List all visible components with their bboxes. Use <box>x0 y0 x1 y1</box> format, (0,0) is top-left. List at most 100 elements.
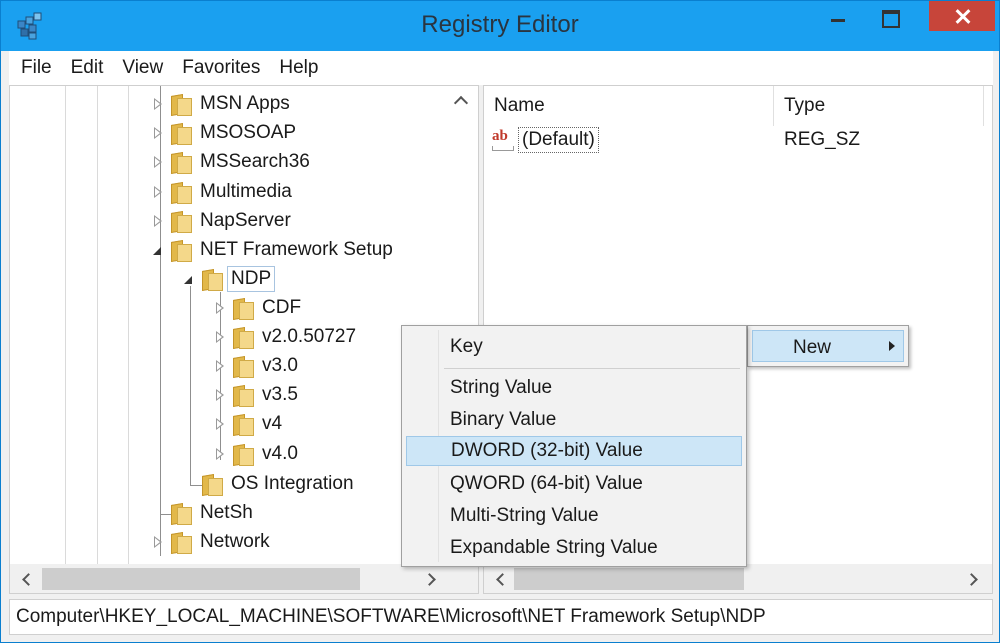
title-bar[interactable]: Registry Editor <box>1 1 999 51</box>
value-type: REG_SZ <box>784 129 861 150</box>
minimize-button[interactable] <box>823 1 853 31</box>
tree-item-label: v4.0 <box>262 443 298 464</box>
tree-item[interactable]: NET Framework Setup <box>153 236 393 264</box>
menu-item-qword-value[interactable]: QWORD (64-bit) Value <box>406 469 742 499</box>
folder-icon <box>200 474 223 496</box>
expand-arrow-icon[interactable] <box>215 360 225 372</box>
collapse-arrow-icon[interactable] <box>153 245 163 255</box>
folder-icon <box>231 414 254 436</box>
menu-item-binary-value[interactable]: Binary Value <box>406 405 742 435</box>
tree-item[interactable]: MSN Apps <box>153 90 290 118</box>
collapse-arrow-icon[interactable] <box>184 274 194 284</box>
tree-item[interactable]: Multimedia <box>153 178 292 206</box>
expand-arrow-icon[interactable] <box>153 186 163 198</box>
expand-arrow-icon[interactable] <box>215 331 225 343</box>
folder-icon <box>169 94 192 116</box>
folder-icon <box>169 152 192 174</box>
menu-item-expandable-string-value[interactable]: Expandable String Value <box>406 533 742 563</box>
context-menu: New <box>747 325 909 367</box>
expand-arrow-icon[interactable] <box>215 418 225 430</box>
status-bar: Computer\HKEY_LOCAL_MACHINE\SOFTWARE\Mic… <box>9 599 993 635</box>
folder-icon <box>231 327 254 349</box>
expand-arrow-icon[interactable] <box>153 536 163 548</box>
expand-arrow-icon[interactable] <box>153 215 163 227</box>
tree-item[interactable]: v4.0 <box>215 440 298 468</box>
tree-item[interactable]: NetSh <box>169 499 253 527</box>
folder-icon <box>231 385 254 407</box>
tree-guide <box>190 286 191 486</box>
tree-item-label: v3.5 <box>262 384 298 405</box>
tree-item[interactable]: NapServer <box>153 207 291 235</box>
tree-item[interactable]: v3.5 <box>215 381 298 409</box>
tree-item-label: MSOSOAP <box>200 122 297 143</box>
scroll-left-arrow-icon[interactable] <box>494 572 508 586</box>
folder-open-icon <box>169 240 192 262</box>
column-header-type[interactable]: Type <box>774 86 984 126</box>
submenu-arrow-icon <box>889 341 895 351</box>
tree-item-label: v4 <box>262 413 283 434</box>
maximize-button[interactable] <box>875 1 905 31</box>
values-horizontal-scrollbar[interactable] <box>484 564 992 593</box>
tree-item-label: v2.0.50727 <box>262 326 357 347</box>
scroll-up-arrow-icon[interactable] <box>454 94 470 110</box>
tree-item[interactable]: MSOSOAP <box>153 119 296 147</box>
folder-icon <box>231 444 254 466</box>
tree-item-label: CDF <box>262 297 302 318</box>
tree-guide <box>97 86 98 564</box>
tree-item-label: MSN Apps <box>200 93 290 114</box>
expand-arrow-icon[interactable] <box>215 448 225 460</box>
folder-icon <box>169 123 192 145</box>
menu-favorites[interactable]: Favorites <box>182 57 260 79</box>
context-menu-new-label: New <box>793 337 832 358</box>
expand-arrow-icon[interactable] <box>153 156 163 168</box>
menu-item-string-value[interactable]: String Value <box>406 373 742 403</box>
menu-bar: File Edit View Favorites Help <box>9 51 993 85</box>
tree-item-selected[interactable]: NDP <box>184 265 276 293</box>
tree-item-label: Multimedia <box>200 181 292 202</box>
menu-item-key[interactable]: Key <box>406 332 742 362</box>
menu-view[interactable]: View <box>122 57 163 79</box>
column-header-name[interactable]: Name <box>484 86 774 126</box>
tree-item[interactable]: Network <box>153 528 270 556</box>
expand-arrow-icon[interactable] <box>215 389 225 401</box>
folder-icon <box>231 298 254 320</box>
expand-arrow-icon[interactable] <box>215 302 225 314</box>
new-submenu: Key String Value Binary Value DWORD (32-… <box>401 325 747 567</box>
tree-item[interactable]: MSSearch36 <box>153 148 310 176</box>
tree-item[interactable]: v3.0 <box>215 352 298 380</box>
folder-open-icon <box>200 269 223 291</box>
tree-item[interactable]: CDF <box>215 294 301 322</box>
tree-item[interactable]: v4 <box>215 410 282 438</box>
tree-item[interactable]: OS Integration <box>200 470 354 498</box>
registry-editor-window: Registry Editor File Edit View Favorites… <box>0 0 1000 643</box>
folder-icon <box>169 532 192 554</box>
menu-edit[interactable]: Edit <box>71 57 104 79</box>
tree-item-label: v3.0 <box>262 355 298 376</box>
menu-item-dword-value[interactable]: DWORD (32-bit) Value <box>406 436 742 466</box>
menu-item-multi-string-value[interactable]: Multi-String Value <box>406 501 742 531</box>
tree-horizontal-scrollbar[interactable] <box>10 564 478 593</box>
folder-icon <box>169 211 192 233</box>
string-value-icon: ab <box>492 128 518 151</box>
close-button[interactable] <box>929 1 995 31</box>
expand-arrow-icon[interactable] <box>153 127 163 139</box>
folder-icon <box>169 503 192 525</box>
scroll-right-arrow-icon[interactable] <box>424 572 438 586</box>
scroll-right-arrow-icon[interactable] <box>966 572 980 586</box>
scrollbar-thumb[interactable] <box>514 568 744 590</box>
folder-icon <box>231 356 254 378</box>
menu-file[interactable]: File <box>21 57 52 79</box>
tree-guide <box>65 86 66 564</box>
expand-arrow-icon[interactable] <box>153 98 163 110</box>
scrollbar-thumb[interactable] <box>42 568 360 590</box>
tree-item[interactable]: v2.0.50727 <box>215 323 356 351</box>
tree-guide <box>128 86 129 564</box>
list-item[interactable]: ab (Default) REG_SZ <box>484 126 984 154</box>
tree-item-label: NetSh <box>200 502 253 523</box>
context-menu-new[interactable]: New <box>752 330 904 362</box>
tree-item-label: NDP <box>227 266 276 292</box>
scroll-left-arrow-icon[interactable] <box>20 572 34 586</box>
tree-item-label: Network <box>200 531 270 552</box>
menu-help[interactable]: Help <box>279 57 318 79</box>
tree-item-label: OS Integration <box>231 473 354 494</box>
